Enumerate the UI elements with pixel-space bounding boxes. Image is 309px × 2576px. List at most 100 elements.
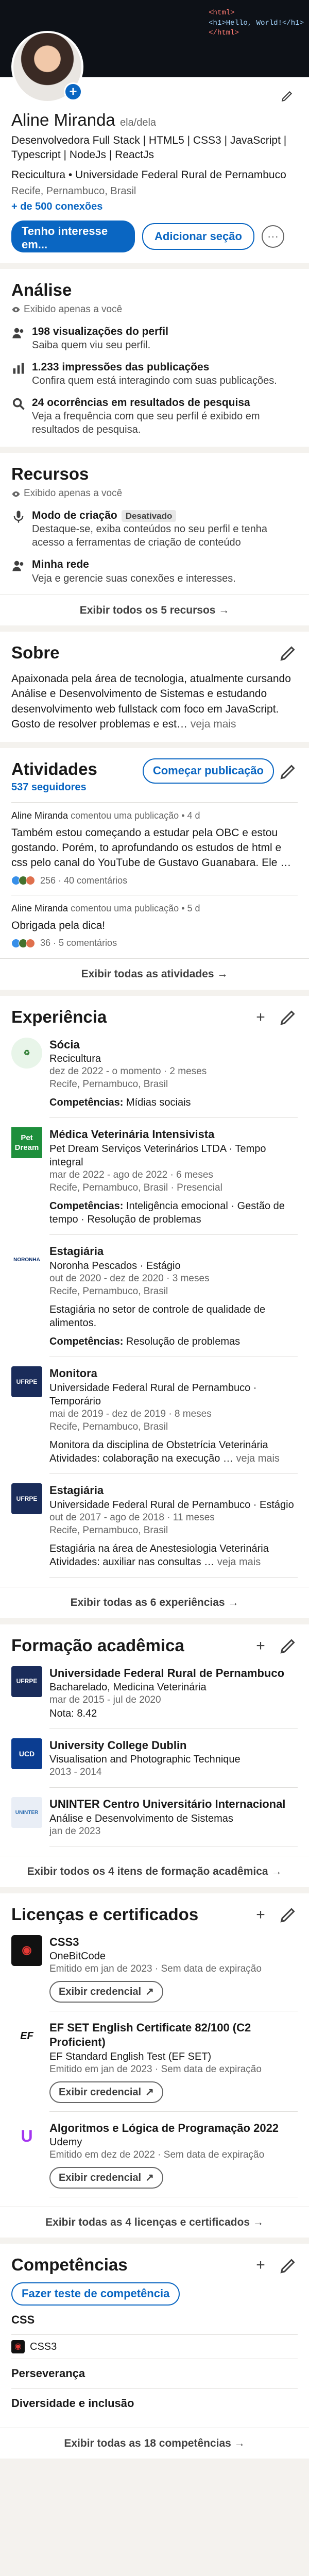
license-dates: Emitido em jan de 2023 · Sem data de exp… (49, 2064, 262, 2075)
license-issuer: Udemy (49, 2137, 82, 2148)
skill-assessment-button[interactable]: Fazer teste de competência (11, 2282, 180, 2306)
experience-item[interactable]: Pet Dream Médica Veterinária Intensivista… (11, 1118, 298, 1235)
company-line[interactable]: Recicultura • Universidade Federal Rural… (11, 168, 298, 182)
profile-name-line: Aline Miranda ela/dela (11, 109, 298, 131)
company-name: Pet Dream Serviços Veterinários LTDA · T… (49, 1143, 266, 1168)
skill-item[interactable]: CSS (11, 2306, 298, 2335)
edit-intro-pencil-icon[interactable] (277, 86, 298, 106)
reaction-summary[interactable]: 256 · 40 comentários (11, 875, 298, 887)
private-note-text: Exibido apenas a você (24, 303, 123, 315)
private-note: Exibido apenas a você (11, 487, 298, 500)
experience-header: Experiência + (11, 1006, 298, 1028)
show-all-experience[interactable]: Exibir todas as 6 experiências → (0, 1587, 309, 1618)
experience-body: Médica Veterinária Intensivista Pet Drea… (49, 1127, 298, 1235)
intro-section: Aline Miranda ela/dela Desenvolvedora Fu… (0, 77, 309, 252)
edit-pencil-icon[interactable] (279, 1905, 298, 1924)
education-dates: mar de 2015 - jul de 2020 (49, 1694, 161, 1706)
experience-item[interactable]: UFRPE Monitora Universidade Federal Rura… (11, 1357, 298, 1475)
show-all-resources[interactable]: Exibir todos os 5 recursos → (0, 594, 309, 625)
headline: Desenvolvedora Full Stack | HTML5 | CSS3… (11, 134, 287, 161)
resource-creator-mode[interactable]: Modo de criação Desativado Destaque-se, e… (11, 509, 298, 549)
search-icon (12, 398, 25, 410)
start-post-button[interactable]: Começar publicação (142, 758, 274, 784)
show-all-skills[interactable]: Exibir todas as 18 competências → (0, 2427, 309, 2459)
education-item[interactable]: UCD University College Dublin Visualisat… (11, 1729, 298, 1788)
edit-pencil-icon[interactable] (279, 2256, 298, 2275)
analytics-item-search[interactable]: 24 ocorrências em resultados de pesquisa… (11, 396, 298, 436)
see-more-link[interactable]: veja mais (236, 1453, 279, 1464)
company-logo: Pet Dream (11, 1127, 42, 1159)
company-logo: NORONHA (11, 1244, 42, 1276)
connections-link[interactable]: + de 500 conexões (11, 200, 298, 213)
see-more-link[interactable]: veja mais (217, 1556, 261, 1568)
university-logo: UFRPE (11, 1483, 42, 1515)
analytics-item-title: 24 ocorrências em resultados de pesquisa (32, 397, 250, 409)
love-icon (26, 938, 35, 948)
resource-my-network[interactable]: Minha rede Veja e gerencie suas conexões … (11, 557, 298, 585)
education-card: Formação acadêmica + UFRPE Universidade … (0, 1624, 309, 1887)
education-item[interactable]: UNINTER UNINTER Centro Universitário Int… (11, 1788, 298, 1847)
edit-pencil-icon[interactable] (279, 643, 298, 662)
license-item[interactable]: EF EF SET English Certificate 82/100 (C2… (11, 2011, 298, 2112)
see-more-link[interactable]: veja mais (191, 718, 236, 730)
licenses-header: Licenças e certificados + (11, 1904, 298, 1926)
experience-item[interactable]: NORONHA Estagiária Noronha Pescados · Es… (11, 1235, 298, 1358)
experience-item[interactable]: ♻ Sócia Recicultura dez de 2022 - o mome… (11, 1028, 298, 1118)
section-actions: + (250, 1007, 298, 1027)
show-all-licenses[interactable]: Exibir todas as 4 licenças e certificado… (0, 2207, 309, 2238)
followers-count[interactable]: 537 seguidores (11, 781, 97, 794)
status-badge: Desativado (121, 510, 177, 522)
edit-pencil-icon[interactable] (279, 1636, 298, 1655)
show-all-activity[interactable]: Exibir todas as atividades → (0, 958, 309, 989)
activity-title: Atividades (11, 759, 97, 779)
analytics-item-impressions[interactable]: 1.233 impressões das publicações Confira … (11, 360, 298, 387)
skills-line: Competências: Inteligência emocional · G… (49, 1199, 298, 1226)
add-icon[interactable]: + (250, 1904, 271, 1925)
add-section-button[interactable]: Adicionar seção (142, 223, 254, 250)
university-logo: UNINTER (11, 1797, 42, 1828)
more-options-button[interactable]: ··· (261, 225, 284, 248)
about-card: Sobre Apaixonada pela área de tecnologia… (0, 631, 309, 742)
skill-item[interactable]: Perseverança (11, 2359, 298, 2389)
skill-source: CSS3 (30, 2341, 57, 2353)
skill-item[interactable]: Diversidade e inclusão (11, 2389, 298, 2418)
analytics-item-sub: Confira quem está interagindo com suas p… (32, 375, 277, 387)
activity-post[interactable]: Aline Miranda comentou uma publicação • … (11, 895, 298, 949)
issuer-logo: EF (11, 2020, 42, 2052)
show-all-education[interactable]: Exibir todos os 4 itens de formação acad… (0, 1856, 309, 1887)
job-location: Recife, Pernambuco, Brasil (49, 1078, 168, 1090)
job-location: Recife, Pernambuco, Brasil (49, 1524, 168, 1536)
open-to-button[interactable]: Tenho interesse em... (11, 220, 135, 252)
show-credential-button[interactable]: Exibir credencial ↗ (49, 2081, 163, 2103)
avatar-wrap: + (11, 31, 83, 103)
show-credential-button[interactable]: Exibir credencial ↗ (49, 2167, 163, 2189)
reaction-summary[interactable]: 36 · 5 comentários (11, 937, 298, 949)
issuer-logo: ◉ (11, 1935, 42, 1966)
chart-icon (13, 363, 24, 374)
add-icon[interactable]: + (250, 2255, 271, 2276)
experience-item[interactable]: UFRPE Estagiária Universidade Federal Ru… (11, 1474, 298, 1578)
licenses-title: Licenças e certificados (11, 1904, 199, 1924)
activity-post[interactable]: Aline Miranda comentou uma publicação • … (11, 802, 298, 887)
edit-pencil-icon[interactable] (279, 762, 298, 781)
education-item[interactable]: UFRPE Universidade Federal Rural de Pern… (11, 1657, 298, 1729)
job-description: Monitora da disciplina de Obstetrícia Ve… (49, 1438, 298, 1465)
show-credential-button[interactable]: Exibir credencial ↗ (49, 1980, 163, 2003)
experience-body: Monitora Universidade Federal Rural de P… (49, 1366, 298, 1475)
analytics-item-views[interactable]: 198 visualizações do perfil Saiba quem vi… (11, 325, 298, 352)
about-header: Sobre (11, 642, 298, 664)
issuer-logo: U (11, 2121, 42, 2152)
skills-list: Mídias sociais (123, 1097, 191, 1109)
add-photo-icon[interactable]: + (64, 82, 82, 101)
add-icon[interactable]: + (250, 1007, 271, 1027)
license-name: Algoritmos e Lógica de Programação 2022 (49, 2121, 279, 2134)
school-name: UNINTER Centro Universitário Internacion… (49, 1798, 286, 1811)
add-icon[interactable]: + (250, 1635, 271, 1656)
edit-pencil-icon[interactable] (279, 1008, 298, 1026)
profile-card: <html> <h1>Hello, World!</h1> </html> + … (0, 0, 309, 263)
activity-card: Atividades 537 seguidores Começar public… (0, 748, 309, 990)
license-item[interactable]: U Algoritmos e Lógica de Programação 202… (11, 2112, 298, 2198)
license-item[interactable]: ◉ CSS3 OneBitCode Emitido em jan de 2023… (11, 1926, 298, 2011)
job-dates: mar de 2022 - ago de 2022 · 6 meses (49, 1170, 213, 1181)
education-header: Formação acadêmica + (11, 1635, 298, 1657)
